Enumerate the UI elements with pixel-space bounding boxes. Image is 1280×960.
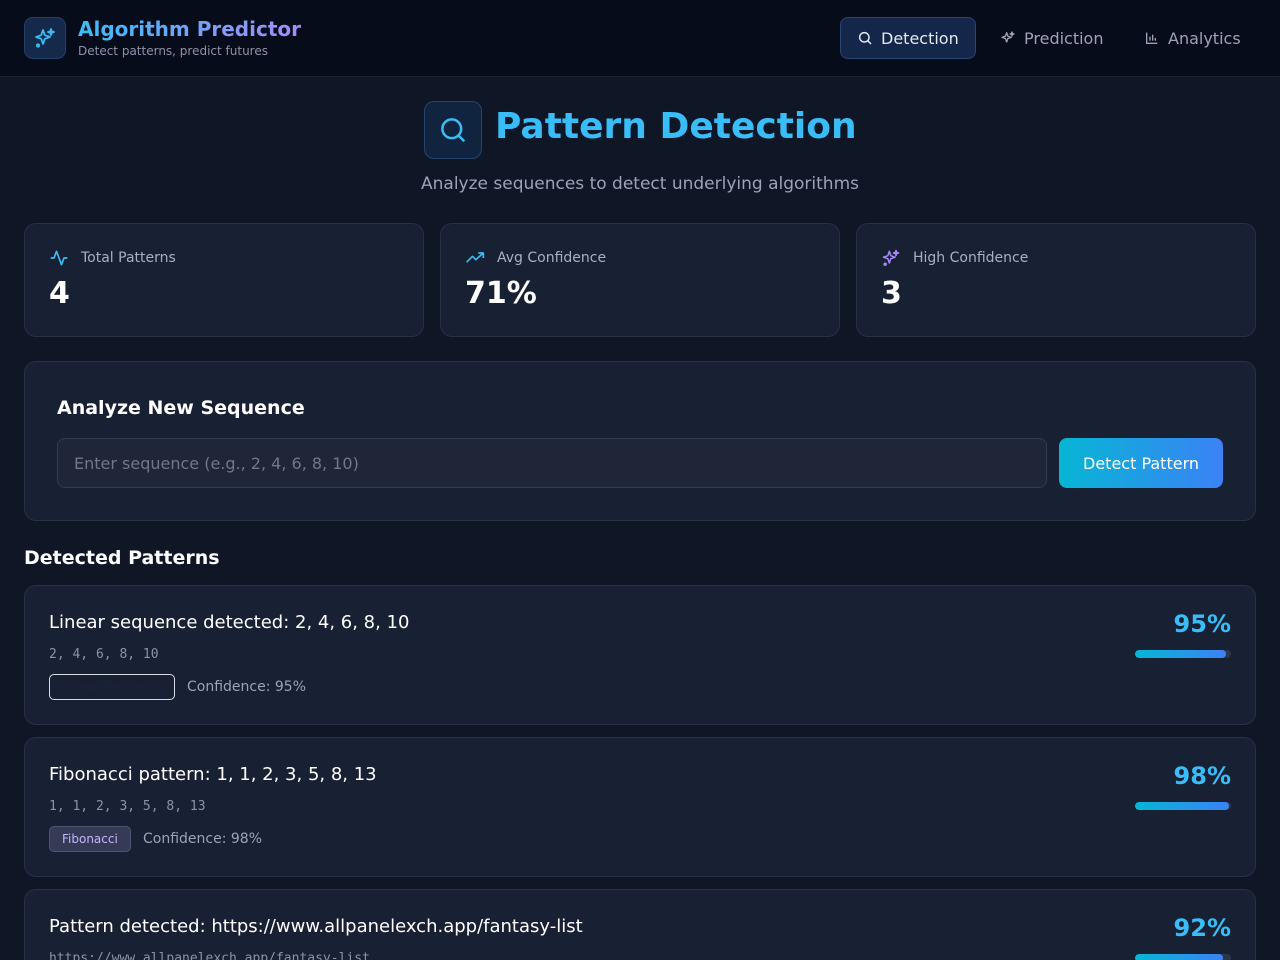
app-title: Algorithm Predictor bbox=[78, 17, 301, 41]
confidence-bar bbox=[1135, 802, 1231, 810]
pattern-title: Pattern detected: https://www.allpanelex… bbox=[49, 916, 583, 937]
pattern-title: Fibonacci pattern: 1, 1, 2, 3, 5, 8, 13 bbox=[49, 764, 377, 785]
stat-label: Avg Confidence bbox=[497, 250, 607, 266]
pattern-title: Linear sequence detected: 2, 4, 6, 8, 10 bbox=[49, 612, 410, 633]
sparkles-icon bbox=[1001, 31, 1015, 43]
confidence-bar bbox=[1135, 650, 1231, 658]
stat-label: Total Patterns bbox=[81, 250, 176, 266]
pattern-type-badge: Linear Sequence bbox=[49, 674, 175, 700]
stat-label: High Confidence bbox=[913, 250, 1029, 266]
pattern-confidence-label: Confidence: 95% bbox=[187, 679, 306, 695]
sequence-input[interactable] bbox=[57, 438, 1047, 488]
search-icon bbox=[441, 118, 466, 143]
pattern-confidence-label: Confidence: 98% bbox=[143, 831, 262, 847]
search-icon bbox=[858, 31, 872, 45]
confidence-bar-fill bbox=[1135, 802, 1230, 810]
sparkles-icon bbox=[882, 249, 900, 266]
hero-icon-box bbox=[424, 101, 482, 159]
nav-tab-label: Analytics bbox=[1168, 28, 1241, 48]
confidence-bar bbox=[1135, 954, 1231, 960]
pattern-sequence: https://www.allpanelexch.app/fantasy-lis… bbox=[49, 951, 370, 960]
stat-value: 4 bbox=[49, 276, 70, 311]
analyze-card: Analyze New Sequence Detect Pattern bbox=[24, 361, 1256, 521]
pattern-percent: 92% bbox=[1173, 914, 1231, 942]
page-title: Pattern Detection bbox=[495, 106, 857, 147]
nav-tab-prediction[interactable]: Prediction bbox=[984, 17, 1120, 59]
sparkles-icon bbox=[35, 28, 55, 48]
trending-up-icon bbox=[466, 252, 485, 263]
stat-card-avg-confidence: Avg Confidence 71% bbox=[440, 223, 840, 337]
pattern-percent: 98% bbox=[1173, 762, 1231, 790]
pattern-percent: 95% bbox=[1173, 610, 1231, 638]
page-subtitle: Analyze sequences to detect underlying a… bbox=[421, 174, 859, 194]
pattern-card[interactable]: Pattern detected: https://www.allpanelex… bbox=[24, 889, 1256, 960]
stat-card-high-confidence: High Confidence 3 bbox=[856, 223, 1256, 337]
stat-value: 3 bbox=[881, 276, 902, 311]
patterns-heading: Detected Patterns bbox=[24, 547, 220, 569]
nav-tab-label: Detection bbox=[881, 28, 959, 48]
pattern-sequence: 1, 1, 2, 3, 5, 8, 13 bbox=[49, 799, 206, 814]
analyze-heading: Analyze New Sequence bbox=[57, 397, 305, 419]
bar-chart-icon bbox=[1146, 32, 1158, 44]
detect-pattern-button[interactable]: Detect Pattern bbox=[1059, 438, 1223, 488]
nav-tab-label: Prediction bbox=[1024, 28, 1104, 48]
activity-icon bbox=[50, 250, 68, 266]
pattern-card[interactable]: Fibonacci pattern: 1, 1, 2, 3, 5, 8, 13 … bbox=[24, 737, 1256, 877]
app-header: Algorithm Predictor Detect patterns, pre… bbox=[0, 0, 1280, 77]
confidence-bar-fill bbox=[1135, 954, 1224, 960]
stat-value: 71% bbox=[465, 276, 537, 311]
app-logo bbox=[24, 17, 66, 59]
app-subtitle: Detect patterns, predict futures bbox=[78, 44, 268, 58]
nav-tab-analytics[interactable]: Analytics bbox=[1128, 17, 1258, 59]
confidence-bar-fill bbox=[1135, 650, 1227, 658]
nav-tab-detection[interactable]: Detection bbox=[840, 17, 976, 59]
pattern-card[interactable]: Linear sequence detected: 2, 4, 6, 8, 10… bbox=[24, 585, 1256, 725]
pattern-sequence: 2, 4, 6, 8, 10 bbox=[49, 647, 159, 662]
pattern-type-badge: Fibonacci bbox=[49, 826, 131, 852]
stat-card-total-patterns: Total Patterns 4 bbox=[24, 223, 424, 337]
